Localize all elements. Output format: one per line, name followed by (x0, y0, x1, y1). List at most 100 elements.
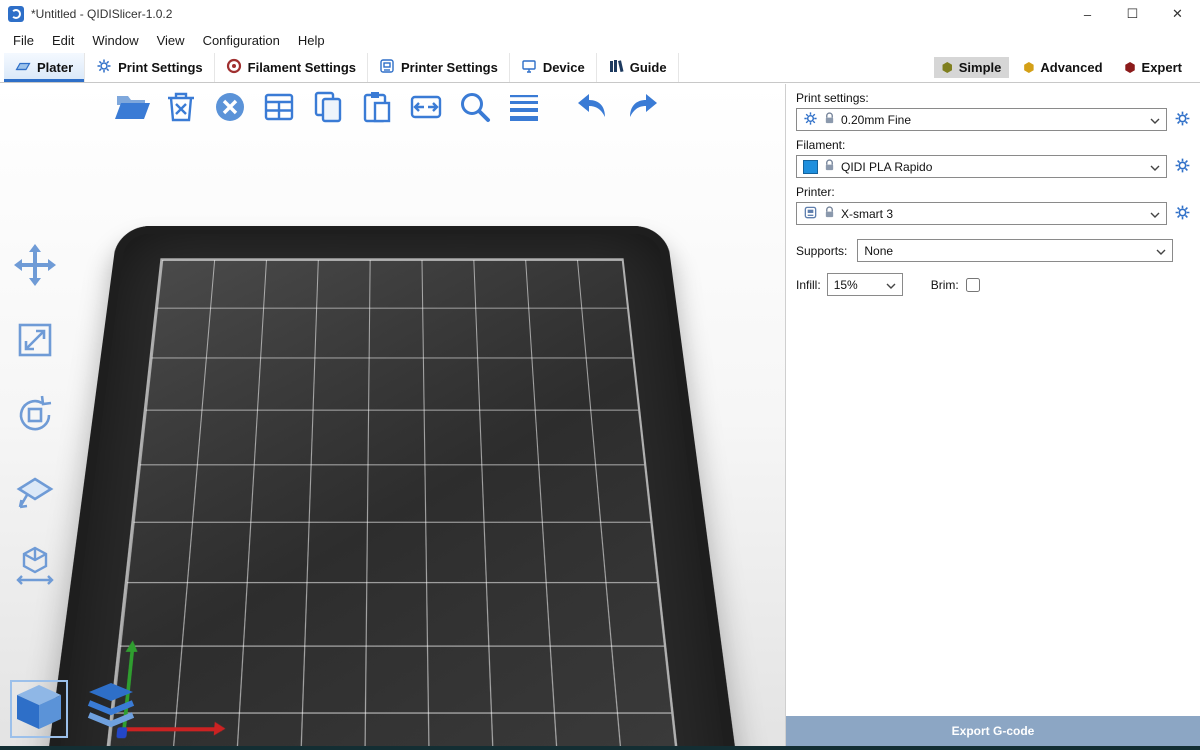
chevron-down-icon (1150, 207, 1160, 221)
top-toolbar (112, 89, 662, 129)
print-settings-label: Print settings: (796, 91, 1191, 105)
print-settings-combo[interactable]: 0.20mm Fine (796, 108, 1167, 131)
print-settings-gear-button[interactable] (1174, 110, 1191, 130)
printer-label: Printer: (796, 185, 1191, 199)
tab-filament-settings[interactable]: Filament Settings (215, 53, 368, 82)
tab-guide[interactable]: Guide (597, 53, 679, 82)
open-folder-icon (112, 87, 152, 132)
tab-label: Guide (630, 60, 667, 75)
brim-checkbox[interactable] (966, 278, 980, 292)
printer-combo[interactable]: X-smart 3 (796, 202, 1167, 225)
scale-icon (12, 317, 58, 368)
settings-sidebar: Print settings: 0.20mm Fine Filament: QI… (785, 84, 1200, 750)
tab-device[interactable]: Device (510, 53, 597, 82)
tab-printer-settings[interactable]: Printer Settings (368, 53, 510, 82)
variable-layer-height-button[interactable] (504, 89, 544, 129)
delete-all-button[interactable] (210, 89, 250, 129)
tab-label: Print Settings (118, 60, 203, 75)
printer-gear-button[interactable] (1174, 204, 1191, 224)
filament-color-swatch (803, 160, 818, 174)
minimize-button[interactable]: – (1065, 0, 1110, 28)
lock-icon (824, 206, 835, 222)
simple-mode-icon (942, 62, 953, 73)
measure-icon (12, 542, 58, 593)
menu-item-file[interactable]: File (4, 31, 43, 50)
menu-item-window[interactable]: Window (83, 31, 147, 50)
measure-tool-button[interactable] (10, 542, 60, 592)
export-gcode-button[interactable]: Export G-code (786, 716, 1200, 746)
mode-switcher: Simple Advanced Expert (934, 53, 1200, 82)
open-file-button[interactable] (112, 89, 152, 129)
plater-icon (15, 58, 31, 77)
tab-label: Plater (37, 60, 73, 75)
main-area: Print settings: 0.20mm Fine Filament: QI… (0, 84, 1200, 750)
close-button[interactable]: ✕ (1155, 0, 1200, 28)
infill-label: Infill: (796, 278, 821, 292)
rotate-tool-button[interactable] (10, 392, 60, 442)
infill-value: 15% (834, 278, 858, 292)
menu-item-view[interactable]: View (148, 31, 194, 50)
layers-preview-icon (83, 679, 139, 740)
device-monitor-icon (521, 58, 537, 77)
menu-item-help[interactable]: Help (289, 31, 334, 50)
print-bed[interactable] (32, 226, 752, 750)
3d-editor-view-button[interactable] (10, 680, 68, 738)
move-tool-button[interactable] (10, 242, 60, 292)
bed-grid-surface (106, 258, 678, 750)
paste-button[interactable] (357, 89, 397, 129)
place-on-face-tool-button[interactable] (10, 467, 60, 517)
undo-icon (573, 87, 613, 132)
tab-print-settings[interactable]: Print Settings (85, 53, 215, 82)
menu-item-configuration[interactable]: Configuration (194, 31, 289, 50)
mode-label: Advanced (1040, 60, 1102, 75)
3d-view-cube-icon (11, 679, 67, 740)
supports-label: Supports: (796, 244, 847, 258)
split-objects-button[interactable] (406, 89, 446, 129)
mode-advanced[interactable]: Advanced (1015, 57, 1110, 78)
tab-label: Device (543, 60, 585, 75)
preview-view-button[interactable] (82, 680, 140, 738)
gizmo-toolbar (10, 242, 60, 592)
advanced-mode-icon (1023, 62, 1034, 73)
lock-icon (824, 159, 835, 175)
maximize-button[interactable]: ☐ (1110, 0, 1155, 28)
arrange-button[interactable] (259, 89, 299, 129)
tab-label: Printer Settings (401, 60, 498, 75)
undo-button[interactable] (573, 89, 613, 129)
brim-label: Brim: (931, 278, 959, 292)
supports-value: None (864, 244, 893, 258)
app-logo-icon (8, 6, 24, 22)
copy-button[interactable] (308, 89, 348, 129)
filament-spool-icon (226, 58, 242, 77)
tab-plater[interactable]: Plater (4, 53, 85, 82)
infill-combo[interactable]: 15% (827, 273, 903, 296)
delete-button[interactable] (161, 89, 201, 129)
gear-icon (96, 58, 112, 77)
search-button[interactable] (455, 89, 495, 129)
3d-viewport[interactable] (0, 84, 785, 750)
chevron-down-icon (1150, 160, 1160, 174)
move-icon (12, 242, 58, 293)
window-title: *Untitled - QIDISlicer-1.0.2 (31, 7, 172, 21)
redo-button[interactable] (622, 89, 662, 129)
guide-icon (608, 58, 624, 77)
window-bottom-edge (0, 746, 1200, 750)
split-objects-icon (406, 87, 446, 132)
copy-icon (308, 87, 348, 132)
mode-simple[interactable]: Simple (934, 57, 1010, 78)
menu-item-edit[interactable]: Edit (43, 31, 83, 50)
trash-icon (161, 87, 201, 132)
expert-mode-icon (1125, 62, 1136, 73)
delete-all-icon (210, 87, 250, 132)
filament-combo[interactable]: QIDI PLA Rapido (796, 155, 1167, 178)
view-toolbar (10, 680, 140, 738)
scale-tool-button[interactable] (10, 317, 60, 367)
layer-height-icon (504, 87, 544, 132)
paste-icon (357, 87, 397, 132)
lock-icon (824, 112, 835, 128)
supports-combo[interactable]: None (857, 239, 1173, 262)
tab-label: Filament Settings (248, 60, 356, 75)
mode-label: Simple (959, 60, 1002, 75)
filament-gear-button[interactable] (1174, 157, 1191, 177)
mode-expert[interactable]: Expert (1117, 57, 1190, 78)
